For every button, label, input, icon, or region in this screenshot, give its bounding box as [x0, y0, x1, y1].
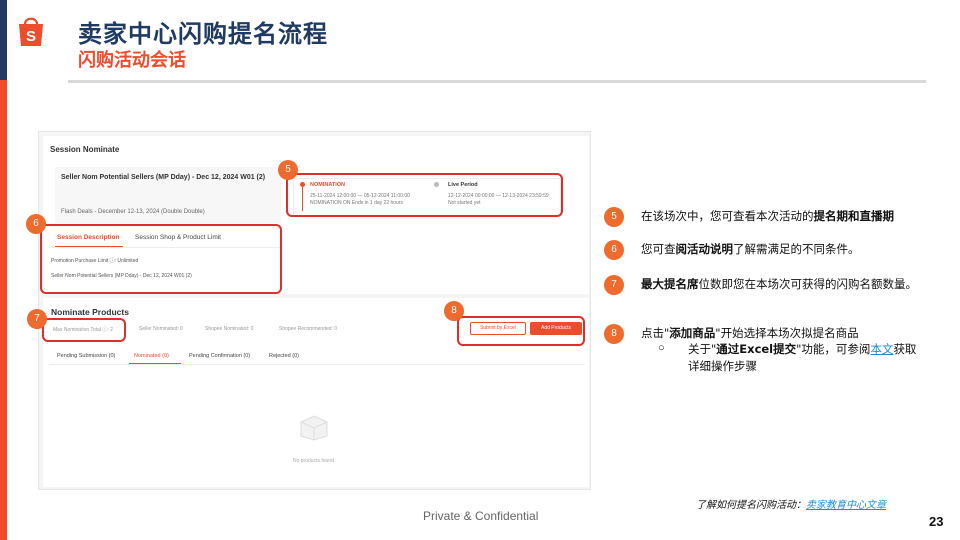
note-number: 8 — [604, 324, 624, 344]
empty-state-text: No products found — [293, 458, 334, 464]
tab-rejected[interactable]: Rejected (0) — [269, 353, 299, 359]
empty-box-icon — [300, 415, 328, 441]
tab-nominated[interactable]: Nominated (0) — [134, 353, 169, 359]
accent-bar-navy — [0, 0, 7, 80]
highlight-box-6 — [40, 224, 282, 294]
note-text: 最大提名席位数即您在本场次可获得的闪购名额数量。 — [641, 277, 917, 291]
sub-note-text: 关于"通过Excel提交"功能，可参阅本文获取详细操作步骤 — [688, 342, 917, 373]
note-text: 点击"添加商品"开始选择本场次拟提名商品 — [641, 326, 859, 340]
confidential-label: Private & Confidential — [423, 509, 539, 523]
nominate-title: Nominate Products — [51, 307, 129, 317]
tab-pending-submission[interactable]: Pending Submission (0) — [57, 353, 115, 359]
section-title: Session Nominate — [50, 145, 120, 154]
footer-note: 了解如何提名闪购活动：卖家教育中心文章 — [696, 500, 886, 511]
note-text: 您可查阅活动说明了解需满足的不同条件。 — [641, 242, 860, 256]
stat-seller-nominated: Seller Nominated: 0 — [139, 326, 183, 332]
accent-bar-orange — [0, 80, 7, 540]
highlight-box-8 — [457, 316, 585, 346]
status-tab-divider — [49, 364, 585, 365]
education-hub-link[interactable]: 卖家教育中心文章 — [806, 500, 886, 511]
note-text: 在该场次中，您可查看本次活动的提名期和直播期 — [641, 209, 894, 223]
marker-6: 6 — [26, 214, 46, 234]
shopee-logo-icon: S — [19, 17, 43, 46]
stat-shopee-nominated: Shopee Nominated: 0 — [205, 326, 254, 332]
sub-bullet-icon: ○ — [658, 342, 665, 354]
marker-5: 5 — [278, 160, 298, 180]
marker-7: 7 — [27, 309, 47, 329]
svg-text:S: S — [26, 28, 36, 45]
highlight-box-7 — [42, 318, 126, 342]
stat-shopee-recommended: Shopee Recommended: 0 — [279, 326, 338, 332]
page-number: 23 — [929, 514, 944, 529]
session-name: Seller Nom Potential Sellers (MP Dday) -… — [61, 174, 266, 181]
article-link[interactable]: 本文 — [870, 342, 893, 356]
note-number: 5 — [604, 207, 624, 227]
marker-8: 8 — [444, 301, 464, 321]
note-number: 6 — [604, 240, 624, 260]
header-divider — [68, 80, 926, 83]
note-number: 7 — [604, 275, 624, 295]
flash-deals-label: Flash Deals - December 12-13, 2024 (Doub… — [61, 209, 205, 215]
highlight-box-5 — [286, 173, 563, 217]
page-title: 卖家中心闪购提名流程 — [78, 20, 328, 48]
tab-pending-confirmation[interactable]: Pending Confirmation (0) — [189, 353, 250, 359]
page-subtitle: 闪购活动会话 — [78, 50, 186, 71]
session-summary: Seller Nom Potential Sellers (MP Dday) -… — [55, 167, 281, 223]
